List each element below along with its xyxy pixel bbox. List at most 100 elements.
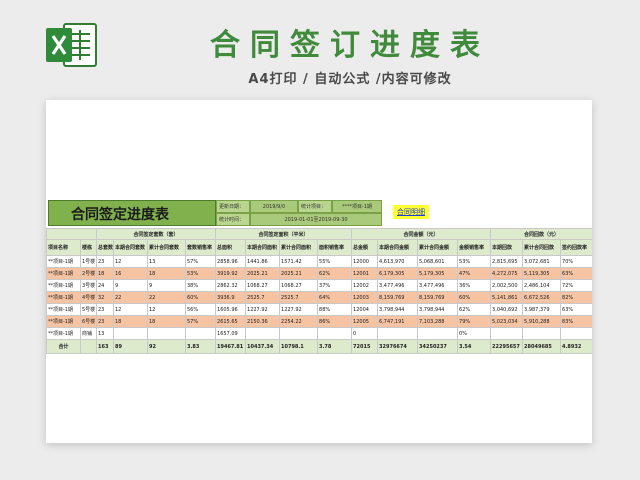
table-cell[interactable]: 1227.92 <box>279 303 319 316</box>
update-date-value[interactable]: 2019/9/0 <box>250 200 298 213</box>
table-cell[interactable]: 3919.92 <box>215 267 247 280</box>
table-cell[interactable]: 1068.27 <box>279 279 319 292</box>
table-cell[interactable]: 5,179,305 <box>417 267 459 280</box>
table-cell[interactable]: 83% <box>560 315 592 328</box>
table-cell[interactable]: 3号楼 <box>80 279 97 292</box>
table-cell[interactable]: 2025.21 <box>279 267 319 280</box>
spreadsheet[interactable]: 合同签定进度表 更新日期： 2019/9/0 统计项目： ****项目-1期 统… <box>46 100 592 443</box>
table-cell[interactable]: 12001 <box>351 267 379 280</box>
table-cell[interactable]: 4,613,970 <box>377 255 419 268</box>
table-cell[interactable] <box>245 327 281 340</box>
table-cell[interactable] <box>184 327 217 340</box>
table-cell[interactable]: 6,179,305 <box>377 267 419 280</box>
table-cell[interactable]: 24 <box>96 279 114 292</box>
table-cell[interactable]: 37% <box>317 279 353 292</box>
table-cell[interactable]: 23 <box>96 255 114 268</box>
table-row[interactable]: **项目-1期 3号楼 24 9 9 38% 2862.32 1068.27 1068.27 37… <box>46 279 592 292</box>
table-cell[interactable] <box>490 327 524 340</box>
table-cell[interactable]: **项目-1期 <box>46 291 81 304</box>
table-cell[interactable]: 8,159,769 <box>377 291 419 304</box>
table-cell[interactable]: 60% <box>457 291 492 304</box>
table-cell[interactable]: 86% <box>317 315 353 328</box>
table-cell[interactable]: 22 <box>113 291 148 304</box>
table-cell[interactable]: 3,798,944 <box>417 303 459 316</box>
table-row[interactable]: **项目-1期 6号楼 23 18 18 57% 2615.65 2150.36 2254.22… <box>46 315 592 328</box>
table-cell[interactable] <box>522 327 562 340</box>
table-row[interactable]: **项目-1期 2号楼 18 16 18 53% 3919.92 2025.21 2025.21… <box>46 267 592 280</box>
table-cell[interactable] <box>279 327 319 340</box>
table-cell[interactable]: 3936.9 <box>215 291 247 304</box>
table-cell[interactable]: 5,023,034 <box>490 315 524 328</box>
table-cell[interactable]: 12003 <box>351 291 379 304</box>
table-cell[interactable]: 53% <box>184 267 217 280</box>
table-cell[interactable] <box>317 327 353 340</box>
table-cell[interactable]: **项目-1期 <box>46 303 81 316</box>
table-cell[interactable]: 53% <box>457 255 492 268</box>
table-row[interactable]: **项目-1期 4号楼 32 22 22 60% 3936.9 2525.7 2525.7 64%… <box>46 291 592 304</box>
table-cell[interactable]: 13 <box>96 327 114 340</box>
table-cell[interactable]: 3,987,379 <box>522 303 562 316</box>
table-cell[interactable]: 3,040,692 <box>490 303 524 316</box>
table-cell[interactable]: 1441.86 <box>245 255 281 268</box>
table-cell[interactable]: 2525.7 <box>279 291 319 304</box>
table-cell[interactable]: 0% <box>457 327 492 340</box>
table-cell[interactable]: 12004 <box>351 303 379 316</box>
table-cell[interactable]: 2,002,500 <box>490 279 524 292</box>
table-cell[interactable]: 12005 <box>351 315 379 328</box>
table-cell[interactable]: 3,798,944 <box>377 303 419 316</box>
table-cell[interactable]: 9 <box>147 279 186 292</box>
table-cell[interactable]: 5,068,601 <box>417 255 459 268</box>
table-cell[interactable]: 32 <box>96 291 114 304</box>
table-cell[interactable]: **项目-1期 <box>46 267 81 280</box>
table-cell[interactable]: 36% <box>457 279 492 292</box>
table-cell[interactable]: 5,141,861 <box>490 291 524 304</box>
stat-project-value[interactable]: ****项目-1期 <box>332 200 382 213</box>
table-cell[interactable]: 7,103,288 <box>417 315 459 328</box>
table-cell[interactable]: 55% <box>317 255 353 268</box>
table-row[interactable]: **项目-1期 商铺 13 1657.09 0 0% <box>46 327 592 340</box>
table-cell[interactable]: 79% <box>457 315 492 328</box>
table-cell[interactable]: 8,159,769 <box>417 291 459 304</box>
table-cell[interactable] <box>147 327 186 340</box>
table-cell[interactable]: 3,477,496 <box>417 279 459 292</box>
table-cell[interactable]: **项目-1期 <box>46 327 81 340</box>
table-cell[interactable]: 18 <box>147 267 186 280</box>
table-cell[interactable]: 4,272,075 <box>490 267 524 280</box>
table-cell[interactable]: 9 <box>113 279 148 292</box>
table-cell[interactable]: 3,477,496 <box>377 279 419 292</box>
table-cell[interactable]: 1068.27 <box>245 279 281 292</box>
table-cell[interactable]: 2025.21 <box>245 267 281 280</box>
table-cell[interactable]: 70% <box>560 255 592 268</box>
table-cell[interactable]: 2254.22 <box>279 315 319 328</box>
table-row[interactable]: **项目-1期 1号楼 23 12 13 57% 2858.96 1441.86 1571.42… <box>46 255 592 268</box>
table-cell[interactable]: 2615.65 <box>215 315 247 328</box>
table-cell[interactable]: **项目-1期 <box>46 255 81 268</box>
table-cell[interactable] <box>417 327 459 340</box>
table-cell[interactable]: 47% <box>457 267 492 280</box>
table-cell[interactable]: 5,119,305 <box>522 267 562 280</box>
table-cell[interactable]: 2,815,695 <box>490 255 524 268</box>
table-cell[interactable]: 18 <box>113 315 148 328</box>
table-cell[interactable]: 6,747,191 <box>377 315 419 328</box>
table-cell[interactable]: 2858.96 <box>215 255 247 268</box>
table-cell[interactable]: 1号楼 <box>80 255 97 268</box>
table-cell[interactable]: 82% <box>560 291 592 304</box>
table-cell[interactable]: 22 <box>147 291 186 304</box>
table-cell[interactable]: 16 <box>113 267 148 280</box>
contract-detail-link[interactable]: 合同明细 <box>393 205 429 219</box>
table-cell[interactable]: 6,672,526 <box>522 291 562 304</box>
table-cell[interactable]: **项目-1期 <box>46 279 81 292</box>
table-cell[interactable]: 23 <box>96 303 114 316</box>
table-cell[interactable] <box>560 327 592 340</box>
table-cell[interactable]: 63% <box>560 267 592 280</box>
table-cell[interactable]: 12 <box>147 303 186 316</box>
table-cell[interactable]: 18 <box>147 315 186 328</box>
table-cell[interactable]: 5,910,288 <box>522 315 562 328</box>
table-cell[interactable]: 60% <box>184 291 217 304</box>
table-cell[interactable]: 4号楼 <box>80 291 97 304</box>
table-row[interactable]: **项目-1期 5号楼 23 12 12 56% 1605.96 1227.92 1227.92… <box>46 303 592 316</box>
table-cell[interactable]: 18 <box>96 267 114 280</box>
table-cell[interactable]: 13 <box>147 255 186 268</box>
table-cell[interactable]: 63% <box>560 303 592 316</box>
table-cell[interactable]: 2525.7 <box>245 291 281 304</box>
